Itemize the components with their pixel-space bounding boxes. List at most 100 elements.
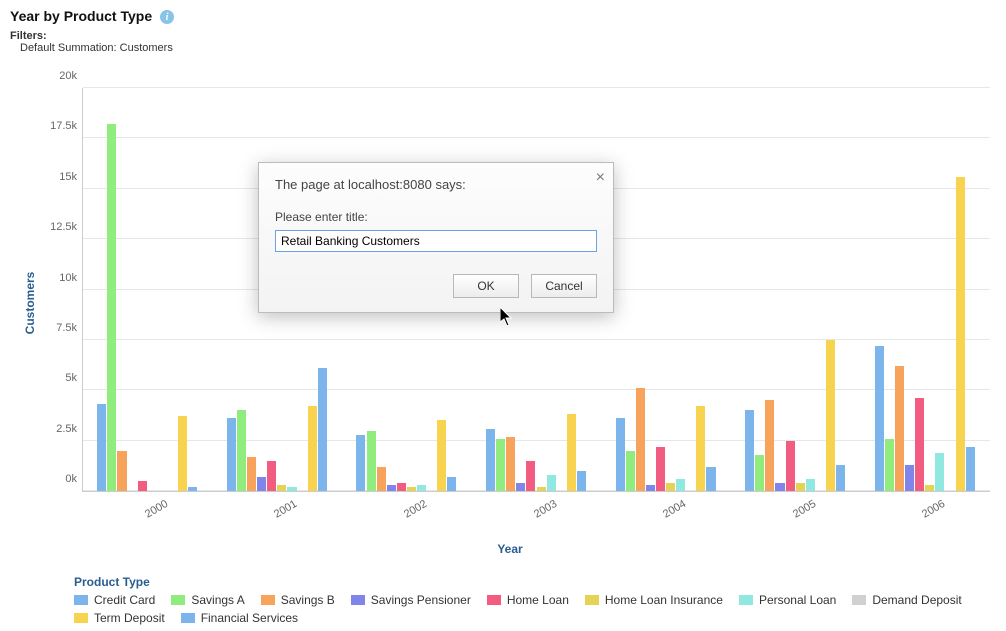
bar[interactable]	[267, 461, 276, 491]
ok-button[interactable]: OK	[453, 274, 519, 298]
bar[interactable]	[875, 346, 884, 491]
bar[interactable]	[387, 485, 396, 491]
legend-item[interactable]: Credit Card	[74, 593, 155, 607]
bar[interactable]	[755, 455, 764, 491]
bar[interactable]	[676, 479, 685, 491]
legend-label: Savings A	[191, 593, 244, 607]
bar[interactable]	[895, 366, 904, 491]
bar[interactable]	[178, 416, 187, 491]
legend-label: Demand Deposit	[872, 593, 961, 607]
bar[interactable]	[765, 400, 774, 491]
legend-swatch	[171, 595, 185, 605]
bar[interactable]	[915, 398, 924, 491]
bar[interactable]	[616, 418, 625, 491]
bar[interactable]	[966, 447, 975, 491]
x-tick: 2005	[787, 491, 818, 521]
bar[interactable]	[247, 457, 256, 491]
legend-swatch	[852, 595, 866, 605]
info-icon[interactable]: i	[160, 10, 174, 24]
bar[interactable]	[775, 483, 784, 491]
legend-item[interactable]: Savings Pensioner	[351, 593, 471, 607]
y-tick: 0k	[65, 473, 83, 485]
cancel-button[interactable]: Cancel	[531, 274, 597, 298]
grid-line	[83, 137, 990, 138]
grid-line	[83, 339, 990, 340]
report-title: Year by Product Type	[10, 8, 152, 24]
y-tick: 20k	[59, 70, 83, 82]
bar[interactable]	[745, 410, 754, 491]
legend-item[interactable]: Savings A	[171, 593, 244, 607]
y-tick: 5k	[65, 372, 83, 384]
bar[interactable]	[506, 437, 515, 491]
bar[interactable]	[277, 485, 286, 491]
bar[interactable]	[107, 124, 116, 491]
bar[interactable]	[636, 388, 645, 491]
bar[interactable]	[257, 477, 266, 491]
bar[interactable]	[885, 439, 894, 491]
bar[interactable]	[97, 404, 106, 491]
bar[interactable]	[956, 177, 965, 491]
bar[interactable]	[356, 435, 365, 491]
bar[interactable]	[826, 340, 835, 491]
bar[interactable]	[905, 465, 914, 491]
bar[interactable]	[447, 477, 456, 491]
legend-item[interactable]: Savings B	[261, 593, 335, 607]
bar[interactable]	[696, 406, 705, 491]
bar[interactable]	[496, 439, 505, 491]
bar[interactable]	[437, 420, 446, 491]
close-icon[interactable]: ×	[596, 169, 605, 187]
bar[interactable]	[367, 431, 376, 491]
bar[interactable]	[237, 410, 246, 491]
legend-item[interactable]: Home Loan	[487, 593, 569, 607]
bar[interactable]	[646, 485, 655, 491]
bar[interactable]	[666, 483, 675, 491]
bar[interactable]	[486, 429, 495, 491]
bar[interactable]	[117, 451, 126, 491]
bar[interactable]	[407, 487, 416, 491]
legend-swatch	[261, 595, 275, 605]
legend-item[interactable]: Financial Services	[181, 611, 298, 625]
bar[interactable]	[706, 467, 715, 491]
y-tick: 7.5k	[56, 322, 83, 334]
legend-swatch	[74, 613, 88, 623]
bar[interactable]	[567, 414, 576, 491]
bar[interactable]	[227, 418, 236, 491]
x-axis-label: Year	[497, 542, 522, 556]
legend: Product Type Credit CardSavings ASavings…	[74, 575, 986, 625]
bar[interactable]	[577, 471, 586, 491]
legend-item[interactable]: Demand Deposit	[852, 593, 961, 607]
x-tick: 2004	[657, 491, 688, 521]
legend-swatch	[585, 595, 599, 605]
legend-label: Credit Card	[94, 593, 155, 607]
filters-label: Filters:	[10, 30, 996, 42]
legend-item[interactable]: Personal Loan	[739, 593, 836, 607]
bar[interactable]	[656, 447, 665, 491]
x-tick: 2000	[139, 491, 170, 521]
bar[interactable]	[516, 483, 525, 491]
bar[interactable]	[626, 451, 635, 491]
legend-swatch	[739, 595, 753, 605]
bar[interactable]	[526, 461, 535, 491]
legend-swatch	[487, 595, 501, 605]
legend-item[interactable]: Term Deposit	[74, 611, 165, 625]
title-input[interactable]	[275, 230, 597, 252]
bar[interactable]	[138, 481, 147, 491]
bar[interactable]	[786, 441, 795, 491]
bar[interactable]	[188, 487, 197, 491]
x-tick: 2002	[398, 491, 429, 521]
dialog-prompt: Please enter title:	[275, 210, 597, 224]
bar[interactable]	[806, 479, 815, 491]
bar[interactable]	[935, 453, 944, 491]
bar[interactable]	[377, 467, 386, 491]
filters-value: Default Summation: Customers	[20, 42, 996, 54]
bar[interactable]	[318, 368, 327, 491]
bar[interactable]	[796, 483, 805, 491]
bar[interactable]	[547, 475, 556, 491]
bar[interactable]	[397, 483, 406, 491]
legend-item[interactable]: Home Loan Insurance	[585, 593, 723, 607]
x-tick: 2003	[528, 491, 559, 521]
bar[interactable]	[537, 487, 546, 491]
bar[interactable]	[925, 485, 934, 491]
bar[interactable]	[836, 465, 845, 491]
bar[interactable]	[308, 406, 317, 491]
